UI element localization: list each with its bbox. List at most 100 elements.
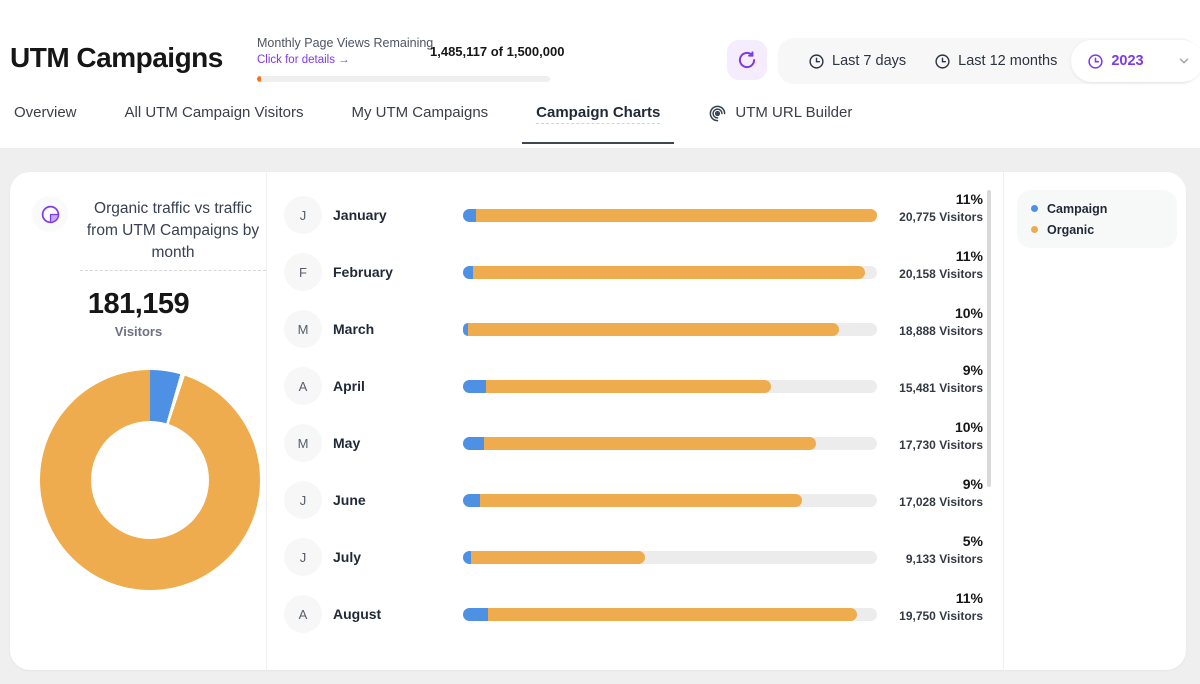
utm-campaigns-page: UTM Campaigns Monthly Page Views Remaini…: [0, 0, 1200, 684]
bar-track: [463, 209, 877, 222]
tab-bar: Overview All UTM Campaign Visitors My UT…: [0, 104, 1200, 148]
usage-progress-fill: [257, 76, 261, 82]
month-stats: 9% 15,481 Visitors: [899, 362, 983, 395]
time-range-label: Last 7 days: [832, 53, 906, 69]
page-title: UTM Campaigns: [10, 42, 223, 74]
month-stats: 5% 9,133 Visitors: [906, 533, 983, 566]
month-avatar: M: [284, 424, 322, 462]
month-row[interactable]: F February 11% 20,158 Visitors: [267, 244, 1003, 301]
campaign-bar-segment: [463, 437, 484, 450]
month-percent: 10%: [899, 305, 983, 321]
month-visitors: 20,158 Visitors: [899, 267, 983, 281]
month-stats: 9% 17,028 Visitors: [899, 476, 983, 509]
month-label: August: [333, 606, 381, 622]
tab-utm-url-builder[interactable]: UTM URL Builder: [708, 104, 852, 141]
utm-builder-icon: [708, 104, 727, 123]
month-row[interactable]: J January 11% 20,775 Visitors: [267, 187, 1003, 244]
month-avatar: A: [284, 595, 322, 633]
tab-campaign-charts[interactable]: Campaign Charts: [522, 104, 674, 144]
time-range-2023[interactable]: 2023: [1071, 40, 1200, 82]
clock-icon: [1087, 53, 1104, 70]
tab-my-utm-campaigns[interactable]: My UTM Campaigns: [351, 104, 488, 141]
organic-bar-segment: [471, 551, 645, 564]
month-percent: 11%: [899, 248, 983, 264]
summary-panel: Organic traffic vs traffic from UTM Camp…: [10, 172, 267, 670]
organic-bar-segment: [484, 437, 816, 450]
month-row[interactable]: M May 10% 17,730 Visitors: [267, 415, 1003, 472]
month-row[interactable]: A August 11% 19,750 Visitors: [267, 586, 1003, 643]
bar-track: [463, 551, 877, 564]
usage-value: 1,485,117 of 1,500,000: [430, 44, 564, 59]
donut-chart: [40, 370, 260, 590]
month-label: March: [333, 321, 374, 337]
campaign-bar-segment: [463, 209, 476, 222]
month-visitors: 17,730 Visitors: [899, 438, 983, 452]
campaign-bar-segment: [463, 266, 473, 279]
month-visitors: 9,133 Visitors: [906, 552, 983, 566]
time-range-last-12-months[interactable]: Last 12 months: [920, 53, 1071, 70]
campaign-bar-segment: [463, 551, 471, 564]
month-visitors: 17,028 Visitors: [899, 495, 983, 509]
month-label: May: [333, 435, 360, 451]
campaign-bar-segment: [463, 494, 480, 507]
scrollbar[interactable]: [987, 190, 991, 487]
campaign-bar-segment: [463, 608, 488, 621]
organic-dot: [1031, 226, 1038, 233]
time-range-group: Last 7 days Last 12 months 2023: [778, 38, 1197, 84]
time-range-label: Last 12 months: [958, 53, 1057, 69]
time-range-label: 2023: [1111, 53, 1143, 69]
pie-chart-icon: [32, 196, 68, 232]
month-percent: 11%: [899, 191, 983, 207]
legend: Campaign Organic: [1017, 190, 1177, 248]
month-visitors: 18,888 Visitors: [899, 324, 983, 338]
month-stats: 11% 20,775 Visitors: [899, 191, 983, 224]
month-row[interactable]: J July 5% 9,133 Visitors: [267, 529, 1003, 586]
total-visitors-value: 181,159: [10, 288, 267, 321]
tab-overview[interactable]: Overview: [14, 104, 77, 141]
month-row[interactable]: M March 10% 18,888 Visitors: [267, 301, 1003, 358]
clock-icon: [808, 53, 825, 70]
legend-panel: Campaign Organic: [1003, 172, 1186, 670]
bar-track: [463, 380, 877, 393]
month-stats: 10% 18,888 Visitors: [899, 305, 983, 338]
campaign-charts-card: Organic traffic vs traffic from UTM Camp…: [10, 172, 1186, 670]
total-visitors-label: Visitors: [10, 324, 267, 339]
bar-track: [463, 266, 877, 279]
tab-label: Campaign Charts: [536, 104, 660, 124]
organic-bar-segment: [476, 209, 877, 222]
month-label: July: [333, 549, 361, 565]
tab-all-utm-campaign-visitors[interactable]: All UTM Campaign Visitors: [125, 104, 304, 141]
month-label: April: [333, 378, 365, 394]
campaign-dot: [1031, 205, 1038, 212]
clock-icon: [934, 53, 951, 70]
chart-title: Organic traffic vs traffic from UTM Camp…: [80, 198, 266, 271]
usage-details-link[interactable]: Click for details →: [257, 54, 350, 66]
month-label: January: [333, 207, 387, 223]
month-row[interactable]: J June 9% 17,028 Visitors: [267, 472, 1003, 529]
month-avatar: M: [284, 310, 322, 348]
organic-bar-segment: [488, 608, 857, 621]
legend-label: Organic: [1047, 223, 1094, 237]
refresh-icon: [737, 50, 757, 70]
month-stats: 11% 19,750 Visitors: [899, 590, 983, 623]
month-percent: 10%: [899, 419, 983, 435]
month-row[interactable]: A April 9% 15,481 Visitors: [267, 358, 1003, 415]
organic-bar-segment: [473, 266, 865, 279]
month-percent: 9%: [899, 362, 983, 378]
month-visitors: 20,775 Visitors: [899, 210, 983, 224]
chevron-down-icon[interactable]: [1177, 54, 1191, 68]
bar-track: [463, 608, 877, 621]
organic-bar-segment: [486, 380, 772, 393]
month-percent: 11%: [899, 590, 983, 606]
month-rows: J January 11% 20,775 Visitors F February…: [267, 187, 1003, 643]
legend-label: Campaign: [1047, 202, 1107, 216]
time-range-last-7-days[interactable]: Last 7 days: [794, 53, 920, 70]
month-avatar: J: [284, 481, 322, 519]
month-avatar: F: [284, 253, 322, 291]
refresh-button[interactable]: [727, 40, 767, 80]
organic-bar-segment: [480, 494, 803, 507]
month-avatar: J: [284, 196, 322, 234]
bar-track: [463, 437, 877, 450]
campaign-bar-segment: [463, 380, 486, 393]
tab-label: Overview: [14, 104, 77, 123]
